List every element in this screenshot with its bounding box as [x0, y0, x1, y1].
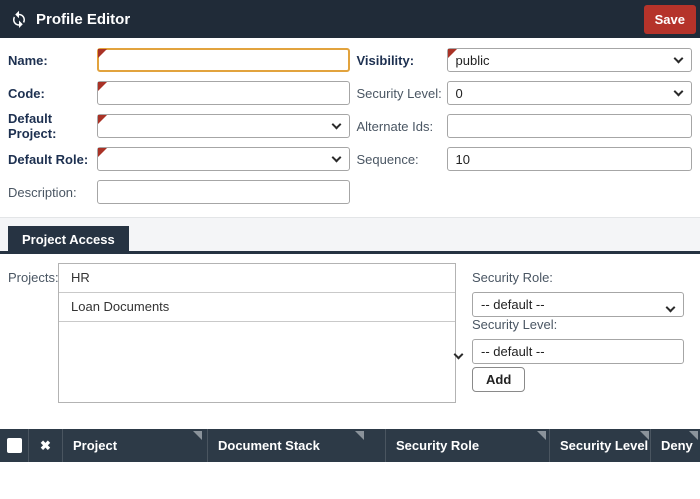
default-role-label: Default Role: — [8, 152, 97, 167]
alternate-ids-label: Alternate Ids: — [357, 119, 447, 134]
default-project-field — [97, 114, 350, 138]
column-header-document-stack[interactable]: Document Stack — [207, 429, 385, 462]
code-field — [97, 81, 350, 105]
refresh-icon[interactable] — [10, 10, 28, 28]
sort-triangle-icon — [537, 431, 546, 440]
project-access-panel: Projects: HR Loan Documents Security Rol… — [0, 254, 700, 426]
projects-listbox: HR Loan Documents — [58, 263, 456, 403]
alternate-ids-input[interactable] — [447, 114, 693, 138]
default-role-select[interactable] — [97, 147, 350, 171]
visibility-field: public — [447, 48, 693, 72]
select-all-checkbox[interactable] — [7, 438, 22, 453]
security-role-picker-label: Security Role: — [472, 270, 684, 285]
description-input[interactable] — [97, 180, 350, 204]
header-bar: Profile Editor Save — [0, 0, 700, 38]
sort-triangle-icon — [193, 431, 202, 440]
security-level-picker-select[interactable]: -- default -- — [472, 339, 684, 364]
security-level-picker-field: -- default -- — [472, 343, 684, 360]
x-icon: ✖ — [40, 438, 51, 454]
column-header-security-level[interactable]: Security Level — [549, 429, 650, 462]
sequence-field — [447, 147, 693, 171]
sort-triangle-icon — [355, 431, 364, 440]
page-title: Profile Editor — [36, 11, 130, 28]
tab-project-access[interactable]: Project Access — [8, 226, 129, 253]
select-all-cell — [0, 429, 28, 462]
visibility-select[interactable]: public — [447, 48, 693, 72]
name-input[interactable] — [97, 48, 350, 72]
code-label: Code: — [8, 86, 97, 101]
default-role-field — [97, 147, 350, 171]
security-level-picker-label: Security Level: — [472, 317, 684, 332]
add-button[interactable]: Add — [472, 367, 525, 392]
description-label: Description: — [8, 185, 97, 200]
access-controls: Security Role: -- default -- Security Le… — [472, 270, 684, 392]
save-button[interactable]: Save — [644, 5, 696, 34]
projects-label: Projects: — [8, 270, 59, 285]
tab-strip: Project Access — [0, 217, 700, 254]
column-header-security-role[interactable]: Security Role — [385, 429, 549, 462]
description-field — [97, 180, 350, 204]
access-grid-header: ✖ Project Document Stack Security Role S… — [0, 429, 700, 462]
list-item-project[interactable]: Loan Documents — [59, 293, 455, 322]
remove-all-cell[interactable]: ✖ — [28, 429, 62, 462]
name-field — [97, 48, 350, 72]
security-level-label: Security Level: — [357, 86, 447, 101]
code-input[interactable] — [97, 81, 350, 105]
sequence-label: Sequence: — [357, 152, 447, 167]
default-project-select[interactable] — [97, 114, 350, 138]
security-role-picker-select[interactable]: -- default -- — [472, 292, 684, 317]
profile-form: Name: Code: Default Project: — [0, 38, 700, 217]
security-level-field: 0 — [447, 81, 693, 105]
security-level-select[interactable]: 0 — [447, 81, 693, 105]
column-header-project[interactable]: Project — [62, 429, 207, 462]
column-header-deny[interactable]: Deny — [650, 429, 700, 462]
default-project-label: Default Project: — [8, 111, 97, 141]
visibility-label: Visibility: — [357, 53, 447, 68]
list-item-project[interactable]: HR — [59, 264, 455, 293]
security-role-picker-field: -- default -- — [472, 296, 684, 313]
name-label: Name: — [8, 53, 97, 68]
alternate-ids-field — [447, 114, 693, 138]
sequence-input[interactable] — [447, 147, 693, 171]
